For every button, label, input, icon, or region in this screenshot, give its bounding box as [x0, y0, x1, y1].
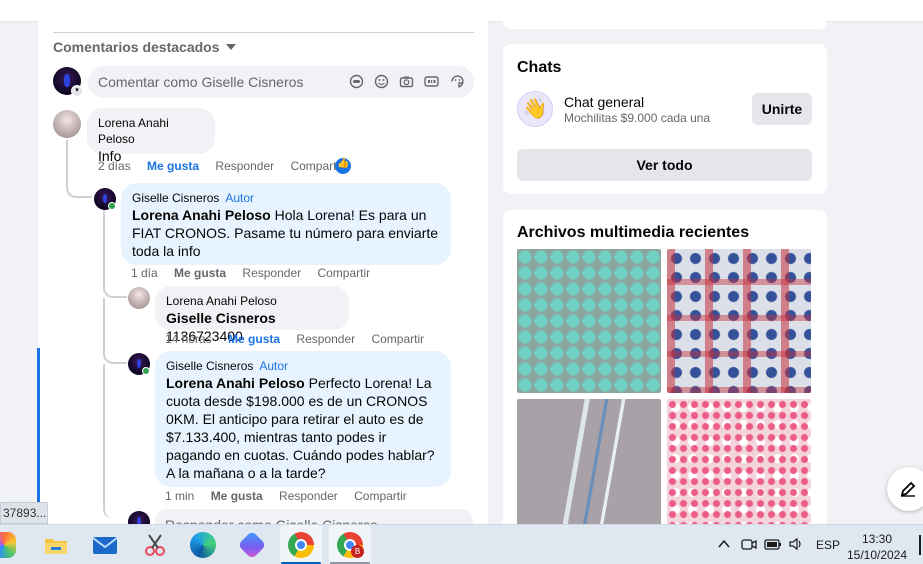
comment-author[interactable]: Lorena Anahi Peloso [166, 293, 337, 309]
comment-input[interactable]: Comentar como Giselle Cisneros [88, 66, 474, 98]
like-button[interactable]: Me gusta [211, 489, 263, 503]
url-status-tooltip: 37893... [0, 502, 48, 524]
copilot-app-icon[interactable] [237, 530, 267, 560]
chrome-icon[interactable] [288, 532, 314, 558]
share-button[interactable]: Compartir [371, 332, 424, 346]
featured-comments-filter[interactable]: Comentarios destacados [53, 32, 474, 61]
comment-bubble: Lorena Anahi Peloso Giselle Cisneros 113… [155, 286, 349, 344]
reply-button[interactable]: Responder [279, 489, 338, 503]
avatar[interactable] [53, 110, 81, 138]
join-button[interactable]: Unirte [752, 93, 812, 125]
comment-time[interactable]: 14 horas [165, 332, 212, 346]
comment-actions: 2 días Me gusta Responder Compartir [98, 159, 356, 173]
meet-now-icon[interactable] [741, 537, 757, 554]
comment-bubble: Lorena Anahi Peloso Info [87, 108, 215, 164]
thread-line [66, 140, 92, 198]
comment-text: Lorena Anahi Peloso Hola Lorena! Es para… [132, 206, 439, 260]
comment-author[interactable]: Giselle Cisneros [166, 359, 253, 373]
chat-subtitle: Mochilitas $9.000 cada una [564, 111, 711, 125]
snipping-tool-icon[interactable] [142, 532, 168, 558]
chevron-down-icon[interactable]: ▾ [71, 85, 83, 97]
share-button[interactable]: Compartir [354, 489, 407, 503]
thread-line [103, 298, 127, 364]
file-explorer-icon[interactable] [43, 532, 69, 558]
media-thumbnail[interactable] [667, 399, 811, 543]
comment-time[interactable]: 1 día [131, 266, 158, 280]
system-clock[interactable]: 13:30 15/10/2024 [846, 531, 908, 563]
compose-icon [900, 481, 916, 497]
avatar[interactable] [128, 287, 150, 309]
chat-name[interactable]: Chat general [564, 94, 644, 110]
reply-button[interactable]: Responder [296, 332, 355, 346]
card [503, 0, 827, 29]
mail-icon[interactable] [92, 532, 118, 558]
comment-actions: 1 día Me gusta Responder Compartir [131, 266, 383, 280]
focus-indicator [37, 348, 40, 524]
media-title: Archivos multimedia recientes [517, 224, 750, 241]
comment-text: Lorena Anahi Peloso Perfecto Lorena! La … [166, 374, 439, 482]
like-button[interactable]: Me gusta [228, 332, 280, 346]
comment-actions: 14 horas Me gusta Responder Compartir [165, 332, 437, 346]
show-desktop-button[interactable] [919, 535, 921, 555]
new-message-button[interactable] [887, 467, 923, 511]
online-status-icon [142, 367, 150, 375]
author-badge: Autor [225, 191, 255, 205]
comment-author[interactable]: Lorena Anahi Peloso [98, 115, 203, 147]
volume-icon[interactable] [788, 537, 804, 554]
online-status-icon [108, 202, 116, 210]
chats-title: Chats [517, 59, 562, 76]
recent-media-card: Archivos multimedia recientes [503, 210, 827, 543]
camera-icon[interactable] [399, 74, 414, 89]
share-button[interactable]: Compartir [317, 266, 370, 280]
comment-bubble: Giselle Cisneros Autor Lorena Anahi Pelos… [121, 183, 451, 265]
reply-button[interactable]: Responder [242, 266, 301, 280]
comment-time[interactable]: 1 min [165, 489, 194, 503]
sticker-icon[interactable] [450, 74, 465, 89]
chats-card: Chats 👋 Chat general Mochilitas $9.000 c… [503, 44, 827, 194]
input-language[interactable]: ESP [816, 538, 840, 552]
media-thumbnail[interactable] [667, 249, 811, 393]
gif-icon[interactable] [424, 74, 439, 89]
copilot-icon[interactable] [0, 532, 16, 558]
waving-hand-icon[interactable]: 👋 [517, 91, 553, 127]
clock-time: 13:30 [861, 532, 893, 546]
like-reaction-icon[interactable] [335, 158, 351, 174]
see-all-button[interactable]: Ver todo [517, 149, 812, 181]
windows-taskbar: B ESP 13:30 15/10/2024 [0, 524, 923, 564]
like-button[interactable]: Me gusta [147, 159, 199, 173]
reply-button[interactable]: Responder [215, 159, 274, 173]
thread-line [103, 364, 127, 519]
comment-input-placeholder: Comentar como Giselle Cisneros [98, 74, 304, 90]
comment-actions: 1 min Me gusta Responder Compartir [165, 489, 420, 503]
featured-comments-label: Comentarios destacados [53, 39, 220, 55]
mention-link[interactable]: Giselle Cisneros [166, 310, 276, 326]
media-thumbnail[interactable] [517, 249, 661, 393]
avatar-sticker-icon[interactable] [349, 74, 364, 89]
edge-icon[interactable] [190, 532, 216, 558]
show-hidden-icons[interactable] [717, 537, 731, 554]
profile-badge: B [351, 545, 364, 558]
clock-date: 15/10/2024 [846, 548, 908, 562]
chrome-profile-icon[interactable]: B [337, 532, 364, 558]
comment-author[interactable]: Giselle Cisneros [132, 191, 219, 205]
media-thumbnail[interactable] [517, 399, 661, 543]
mention-link[interactable]: Lorena Anahi Peloso [132, 207, 271, 223]
caret-down-icon [225, 44, 236, 50]
comment-time[interactable]: 2 días [98, 159, 131, 173]
battery-icon[interactable] [764, 537, 782, 554]
comment-bubble: Giselle Cisneros Autor Lorena Anahi Pelos… [155, 351, 451, 487]
like-button[interactable]: Me gusta [174, 266, 226, 280]
mention-link[interactable]: Lorena Anahi Peloso [166, 375, 305, 391]
author-badge: Autor [259, 359, 289, 373]
emoji-icon[interactable] [374, 74, 389, 89]
